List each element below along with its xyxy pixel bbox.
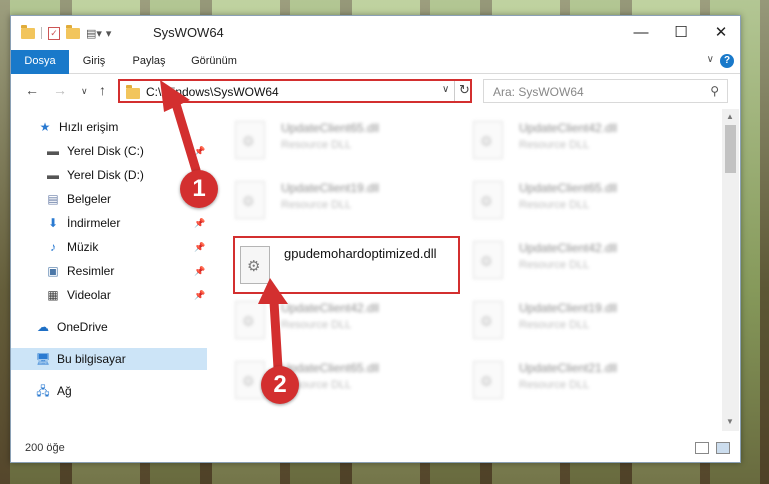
arrow-2: [258, 278, 288, 373]
arrow-1: [160, 80, 201, 175]
annotation-arrows: [160, 80, 288, 373]
step-badge-1: 1: [180, 170, 218, 208]
step-badge-2: 2: [261, 366, 299, 404]
